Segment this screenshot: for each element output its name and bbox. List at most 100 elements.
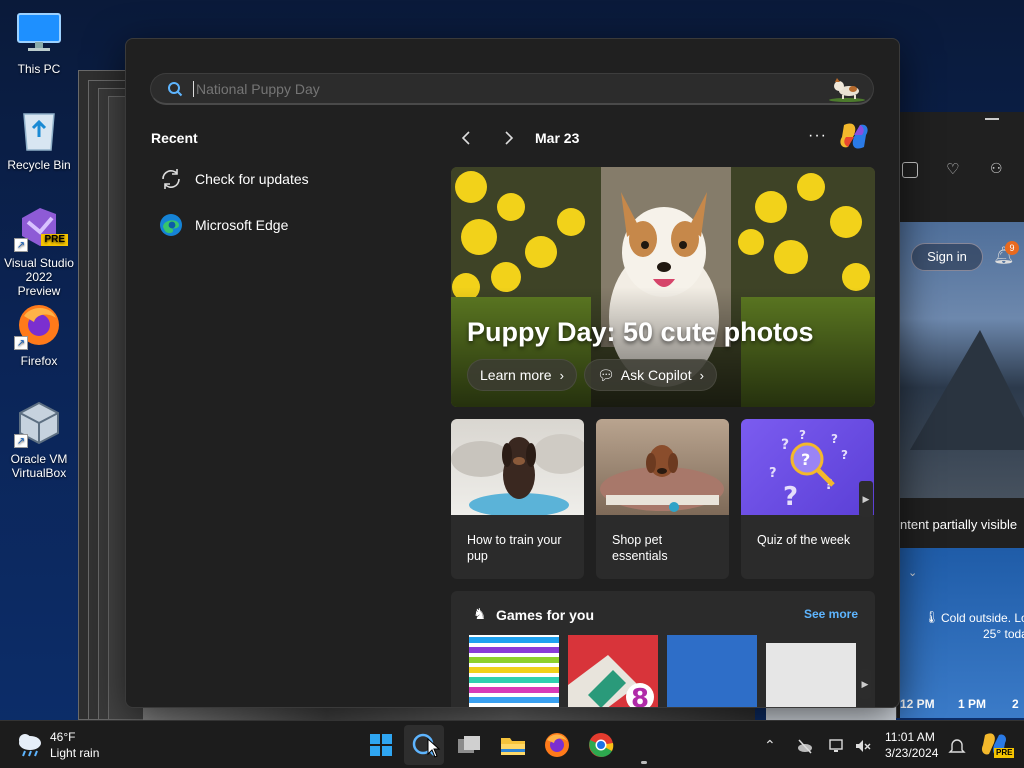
task-view-icon[interactable] xyxy=(455,731,483,759)
svg-text:8: 8 xyxy=(631,684,649,708)
recent-item-check-for-updates[interactable]: Check for updates xyxy=(159,167,309,191)
learn-more-button[interactable]: Learn more › xyxy=(467,359,577,391)
card-train-pup[interactable]: How to train your pup xyxy=(451,419,584,579)
sign-in-button[interactable]: Sign in xyxy=(911,243,983,271)
heart-pulse-icon[interactable]: ♡ xyxy=(946,160,959,178)
game-tile-blue[interactable] xyxy=(667,635,757,707)
desktop-icon-label: Visual Studio 2022 Preview xyxy=(4,256,74,298)
svg-text:?: ? xyxy=(801,450,810,469)
games-title: Games for you xyxy=(496,607,595,623)
refresh-icon xyxy=(162,169,180,189)
mouse-cursor-icon xyxy=(427,738,441,758)
see-more-link[interactable]: See more xyxy=(804,607,858,621)
card-shop-pet-essentials[interactable]: Shop pet essentials xyxy=(596,419,729,579)
svg-text:?: ? xyxy=(799,428,806,442)
hero-card[interactable]: Puppy Day: 50 cute photos Learn more › 💬… xyxy=(451,167,875,407)
copilot-logo-icon[interactable] xyxy=(838,121,870,151)
clock-date[interactable]: 3/23/2024 xyxy=(885,746,938,760)
games-section: ♞ Games for you See more 8 ▶ xyxy=(451,591,875,708)
shortcut-arrow-icon: ↗ xyxy=(14,434,28,448)
hour-label: 2 xyxy=(1012,697,1019,711)
desktop-icon-label: Firefox xyxy=(20,354,58,368)
svg-text:?: ? xyxy=(831,432,838,446)
ask-copilot-label: Ask Copilot xyxy=(620,367,692,383)
previous-arrow-icon[interactable] xyxy=(458,129,476,147)
games-scroll-right-button[interactable]: ▶ xyxy=(859,669,871,699)
minimize-button[interactable] xyxy=(985,118,999,120)
recent-item-label: Microsoft Edge xyxy=(195,217,289,233)
firefox-icon: ↗ xyxy=(14,302,62,350)
firefox-taskbar-icon[interactable] xyxy=(543,731,571,759)
hour-label: 1 PM xyxy=(958,697,987,711)
chevron-down-icon[interactable]: ⌄ xyxy=(908,566,917,579)
next-arrow-icon[interactable] xyxy=(499,129,517,147)
onedrive-offline-icon[interactable] xyxy=(796,737,814,755)
chat-bubble-icon: 💬︎ xyxy=(597,366,615,383)
desktop-icon-firefox[interactable]: ↗ Firefox xyxy=(0,302,78,368)
desktop-icon-label: Oracle VM VirtualBox xyxy=(10,452,68,480)
desktop-icon-virtualbox[interactable]: ↗ Oracle VM VirtualBox xyxy=(0,400,78,480)
network-icon[interactable] xyxy=(828,737,846,755)
dachshund-pillows-image xyxy=(451,419,584,517)
desktop-icon-recycle-bin[interactable]: Recycle Bin xyxy=(0,106,78,172)
collections-icon[interactable] xyxy=(902,162,918,178)
people-icon[interactable]: ⚇ xyxy=(990,160,1003,177)
hero-title: Puppy Day: 50 cute photos xyxy=(467,317,814,347)
weather-description[interactable]: Light rain xyxy=(50,746,99,760)
card-caption: How to train your pup xyxy=(467,533,562,563)
rain-cloud-icon[interactable] xyxy=(16,731,44,759)
puppy-doodle-icon[interactable] xyxy=(827,76,867,102)
hour-label: 12 PM xyxy=(900,697,935,711)
desktop-icon-visual-studio[interactable]: PRE ↗ Visual Studio 2022 Preview xyxy=(0,204,78,298)
svg-text:?: ? xyxy=(781,437,789,453)
background-window-strip xyxy=(766,706,896,720)
mountain-shape xyxy=(910,330,1024,450)
edge-icon xyxy=(160,214,182,236)
recent-item-label: Check for updates xyxy=(195,171,309,187)
svg-text:?: ? xyxy=(841,448,848,462)
clock-time[interactable]: 11:01 AM xyxy=(885,730,935,744)
card-caption: Shop pet essentials xyxy=(612,533,668,563)
chevron-right-icon: › xyxy=(699,367,704,383)
card-quiz-of-the-week[interactable]: ?? ?? ?? ? ? Quiz of the week xyxy=(741,419,874,579)
windows-start-icon[interactable] xyxy=(367,731,395,759)
taskbar: 46°F Light rain ⌃ 11:01 AM 3/23/2024 PRE xyxy=(0,720,1024,768)
volume-muted-icon[interactable] xyxy=(854,737,872,755)
pre-badge: PRE xyxy=(994,748,1015,758)
pre-badge: PRE xyxy=(41,234,68,246)
dog-bed-image xyxy=(596,419,729,515)
recent-item-microsoft-edge[interactable]: Microsoft Edge xyxy=(159,213,288,237)
svg-text:?: ? xyxy=(769,466,777,481)
shortcut-arrow-icon: ↗ xyxy=(14,238,28,252)
weather-text: 25° toda xyxy=(983,627,1024,641)
visual-studio-icon: PRE ↗ xyxy=(14,204,68,252)
notification-bell-icon[interactable] xyxy=(948,737,966,755)
monitor-icon xyxy=(16,10,62,56)
search-box[interactable] xyxy=(150,73,874,105)
svg-text:?: ? xyxy=(783,482,798,512)
card-caption: Quiz of the week xyxy=(757,533,851,547)
search-input[interactable] xyxy=(193,80,827,97)
partial-content-text: ntent partially visible xyxy=(900,517,1018,532)
ask-copilot-button[interactable]: 💬︎ Ask Copilot › xyxy=(584,359,717,391)
background-window-strip xyxy=(143,706,755,720)
chevron-up-icon[interactable]: ⌃ xyxy=(764,737,782,755)
desktop-icon-label: This PC xyxy=(17,62,61,76)
game-tile-white[interactable] xyxy=(766,643,856,707)
desktop-icon-this-pc[interactable]: This PC xyxy=(0,10,78,76)
file-explorer-icon[interactable] xyxy=(499,731,527,759)
recycle-bin-icon xyxy=(16,106,62,152)
chrome-icon[interactable] xyxy=(587,731,615,759)
cards-scroll-right-button[interactable]: ▶ xyxy=(859,481,873,517)
games-icon: ♞ xyxy=(473,606,487,623)
highlights-date: Mar 23 xyxy=(535,130,580,146)
more-options-icon[interactable]: ··· xyxy=(808,127,827,145)
weather-text: Cold outside. Lo xyxy=(941,611,1024,625)
game-tile-puzzle[interactable]: 8 xyxy=(568,635,658,708)
learn-more-label: Learn more xyxy=(480,367,552,383)
weather-temperature[interactable]: 46°F xyxy=(50,730,75,744)
game-tile-stripes[interactable] xyxy=(469,635,559,707)
chevron-right-icon: › xyxy=(559,367,564,383)
virtualbox-icon: ↗ xyxy=(14,400,62,448)
active-indicator xyxy=(641,761,647,764)
